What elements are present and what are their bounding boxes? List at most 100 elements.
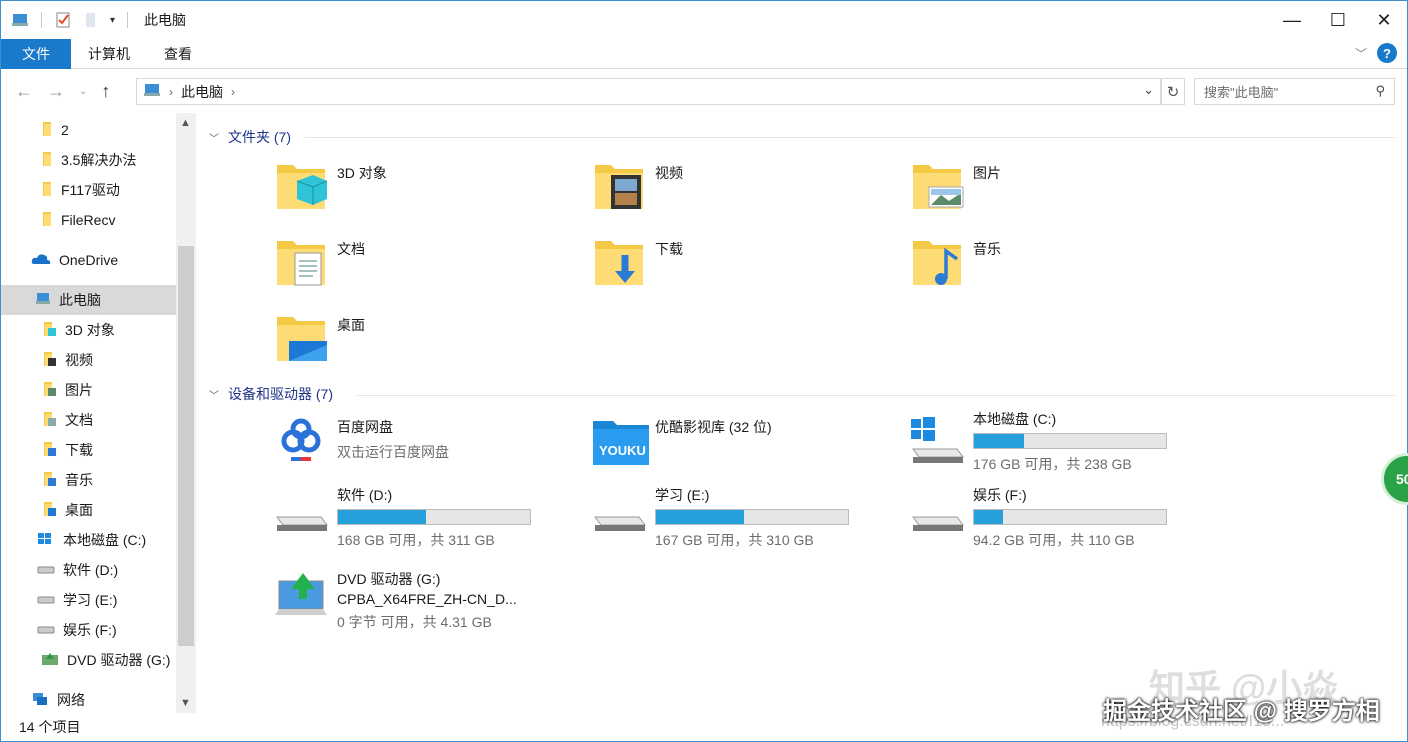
device-subtext: 94.2 GB 可用，共 110 GB xyxy=(973,532,1135,548)
drive-icon xyxy=(37,622,55,638)
content-pane: ﹀ 文件夹 (7) 3D 对象 视频 图片 文档 下载 音乐 桌面 ﹀ 设备和驱… xyxy=(197,113,1407,713)
capacity-bar xyxy=(337,509,531,525)
device-item[interactable]: 学习 (E:) 167 GB 可用，共 310 GB xyxy=(591,487,849,550)
folder-label: 桌面 xyxy=(337,317,365,333)
this-pc-icon xyxy=(11,11,29,29)
folder-item[interactable]: 音乐 xyxy=(909,235,1001,291)
group-header-devices[interactable]: ﹀ 设备和驱动器 (7) xyxy=(209,384,333,404)
capacity-bar xyxy=(655,509,849,525)
recent-locations-icon[interactable]: ⌄ xyxy=(79,86,87,97)
group-label: 设备和驱动器 (7) xyxy=(228,386,333,402)
device-info: 娱乐 (F:) 94.2 GB 可用，共 110 GB xyxy=(973,481,1167,550)
nav-item-label: FileRecv xyxy=(61,212,116,228)
folder-item[interactable]: 文档 xyxy=(273,235,365,291)
windows-drive-icon xyxy=(37,532,55,549)
breadcrumb-this-pc[interactable]: 此电脑 xyxy=(181,82,223,102)
nav-item[interactable]: 软件 (D:) xyxy=(1,555,176,585)
group-divider xyxy=(357,395,1395,396)
nav-item[interactable]: 此电脑 xyxy=(1,285,176,315)
tab-computer[interactable]: 计算机 xyxy=(71,39,147,69)
scroll-up-icon[interactable]: ▲ xyxy=(180,117,191,129)
nav-item[interactable]: FileRecv xyxy=(1,205,176,235)
chevron-down-icon[interactable]: ﹀ xyxy=(209,130,219,145)
device-item[interactable]: 本地磁盘 (C:) 176 GB 可用，共 238 GB xyxy=(909,411,1167,474)
nav-item[interactable]: F117驱动 xyxy=(1,175,176,205)
minimize-button[interactable]: — xyxy=(1269,1,1315,39)
chevron-down-icon[interactable]: ﹀ xyxy=(209,387,219,402)
tab-view[interactable]: 查看 xyxy=(147,39,209,69)
window-controls: — ☐ ✕ xyxy=(1269,1,1407,39)
nav-item[interactable]: 音乐 xyxy=(1,465,176,495)
address-bar[interactable]: › 此电脑 › ⌄ xyxy=(136,78,1161,105)
maximize-button[interactable]: ☐ xyxy=(1315,1,1361,39)
folder-item[interactable]: 下载 xyxy=(591,235,683,291)
folder-icon xyxy=(41,151,53,170)
nav-item[interactable]: DVD 驱动器 (G:) xyxy=(1,645,176,675)
group-header-folders[interactable]: ﹀ 文件夹 (7) xyxy=(209,127,291,147)
youku-logo-text: YOUKU xyxy=(599,443,646,458)
drive-icon xyxy=(591,489,647,545)
nav-item[interactable]: 3.5解决办法 xyxy=(1,145,176,175)
chevron-right-icon[interactable]: › xyxy=(231,85,235,99)
this-pc-icon xyxy=(35,292,51,309)
back-icon[interactable]: ← xyxy=(15,81,33,102)
nav-item-label: 图片 xyxy=(65,382,93,398)
nav-scrollbar[interactable]: ▲ ▼ xyxy=(176,113,196,713)
device-item[interactable]: 百度网盘 双击运行百度网盘 xyxy=(273,413,449,469)
capacity-bar-fill xyxy=(974,434,1024,448)
address-dropdown-icon[interactable]: ⌄ xyxy=(1143,82,1154,98)
documents-icon xyxy=(273,235,329,291)
nav-item-label: 学习 (E:) xyxy=(63,592,118,608)
properties-icon[interactable] xyxy=(54,11,72,29)
nav-item[interactable]: 桌面 xyxy=(1,495,176,525)
nav-item-label: 文档 xyxy=(65,412,93,428)
device-item[interactable]: 软件 (D:) 168 GB 可用，共 311 GB xyxy=(273,487,531,550)
status-item-count: 14 个项目 xyxy=(19,719,81,735)
folder-item[interactable]: 视频 xyxy=(591,159,683,215)
nav-item-label: 2 xyxy=(61,122,69,138)
folder-item[interactable]: 3D 对象 xyxy=(273,159,387,215)
scroll-down-icon[interactable]: ▼ xyxy=(180,697,191,709)
folder-label: 3D 对象 xyxy=(337,165,387,181)
device-label: 娱乐 (F:) xyxy=(973,487,1027,503)
folder-label: 下载 xyxy=(655,241,683,257)
nav-item[interactable]: 娱乐 (F:) xyxy=(1,615,176,645)
pictures-icon xyxy=(909,159,965,215)
folder-label: 视频 xyxy=(655,165,683,181)
nav-item[interactable]: 2 xyxy=(1,115,176,145)
nav-item[interactable]: 图片 xyxy=(1,375,176,405)
expand-ribbon-icon[interactable]: ﹀ xyxy=(1355,45,1367,62)
scroll-thumb[interactable] xyxy=(178,246,194,646)
device-label: 学习 (E:) xyxy=(655,487,710,503)
separator xyxy=(127,12,129,28)
nav-item[interactable]: 网络 xyxy=(1,685,176,715)
new-folder-icon[interactable] xyxy=(82,11,100,29)
windows-drive-icon xyxy=(909,413,965,469)
device-item[interactable]: DVD 驱动器 (G:) CPBA_X64FRE_ZH-CN_D... 0 字节 可… xyxy=(273,565,517,632)
device-item[interactable]: 娱乐 (F:) 94.2 GB 可用，共 110 GB xyxy=(909,487,1167,550)
nav-item-label: 桌面 xyxy=(65,502,93,518)
device-item[interactable]: YOUKU 优酷影视库 (32 位) xyxy=(591,413,772,469)
folder-item[interactable]: 桌面 xyxy=(273,311,365,367)
nav-item[interactable]: 本地磁盘 (C:) xyxy=(1,525,176,555)
forward-icon[interactable]: → xyxy=(47,81,65,102)
address-row: ← → ⌄ ↑ › 此电脑 › ⌄ ↻ 搜索"此电脑" ⚲ xyxy=(1,71,1407,113)
up-icon[interactable]: ↑ xyxy=(101,81,110,102)
search-icon[interactable]: ⚲ xyxy=(1375,83,1385,99)
help-icon[interactable]: ? xyxy=(1377,43,1397,63)
nav-item[interactable]: 视频 xyxy=(1,345,176,375)
nav-item[interactable]: 学习 (E:) xyxy=(1,585,176,615)
tab-file[interactable]: 文件 xyxy=(1,38,71,69)
nav-item[interactable]: 3D 对象 xyxy=(1,315,176,345)
close-button[interactable]: ✕ xyxy=(1361,1,1407,39)
customize-toolbar-icon[interactable]: ▾ xyxy=(110,15,115,26)
nav-item[interactable]: 下载 xyxy=(1,435,176,465)
nav-item[interactable]: 文档 xyxy=(1,405,176,435)
search-input[interactable]: 搜索"此电脑" ⚲ xyxy=(1194,78,1395,105)
refresh-button[interactable]: ↻ xyxy=(1161,78,1185,105)
nav-item[interactable]: OneDrive xyxy=(1,245,176,275)
device-info: 学习 (E:) 167 GB 可用，共 310 GB xyxy=(655,481,849,550)
watermark-juejin: 掘金技术社区 @ 搜罗方相 xyxy=(1103,698,1380,725)
folder-item[interactable]: 图片 xyxy=(909,159,1001,215)
chevron-right-icon[interactable]: › xyxy=(169,85,173,99)
